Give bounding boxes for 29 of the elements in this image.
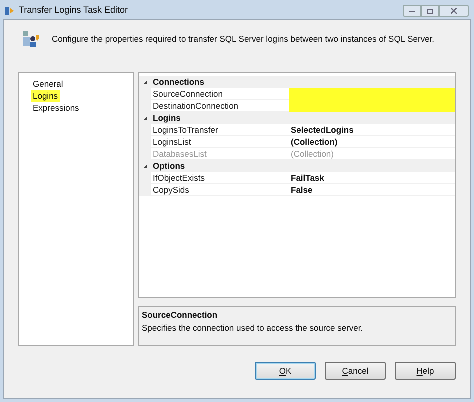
maximize-button[interactable] xyxy=(421,5,439,17)
page-item[interactable]: Logins xyxy=(31,90,60,102)
category-header: Connections xyxy=(152,76,204,88)
close-button[interactable] xyxy=(439,5,469,17)
property-name[interactable]: CopySids xyxy=(151,184,289,196)
property-value[interactable]: FailTask xyxy=(289,172,455,184)
property-name[interactable]: LoginsToTransfer xyxy=(151,124,289,136)
property-value[interactable]: SelectedLogins xyxy=(289,124,455,136)
page-item[interactable]: Expressions xyxy=(31,102,82,114)
dialog-button[interactable]: Cancel xyxy=(325,362,386,380)
window-title: Transfer Logins Task Editor xyxy=(19,4,128,18)
header-description: Configure the properties required to transfer SQL Server logins between two instances of SQL Server. xyxy=(52,32,435,46)
property-name[interactable]: IfObjectExists xyxy=(151,172,289,184)
property-name[interactable]: SourceConnection xyxy=(151,88,289,100)
property-value[interactable]: (Collection) xyxy=(289,136,455,148)
dialog-button[interactable]: Help xyxy=(395,362,456,380)
minimize-button[interactable] xyxy=(403,5,421,17)
dialog-button[interactable]: OK xyxy=(255,362,316,380)
app-icon xyxy=(5,6,15,16)
property-value[interactable]: False xyxy=(289,184,455,196)
page-item[interactable]: General xyxy=(31,78,66,90)
description-text: Specifies the connection used to access the source server. xyxy=(142,322,364,334)
category-header: Logins xyxy=(152,112,181,124)
row-margin xyxy=(139,184,151,196)
description-title: SourceConnection xyxy=(142,309,218,322)
user-transfer-icon xyxy=(22,30,40,48)
property-name[interactable]: LoginsList xyxy=(151,136,289,148)
category-header: Options xyxy=(152,160,186,172)
close-icon xyxy=(451,8,457,14)
